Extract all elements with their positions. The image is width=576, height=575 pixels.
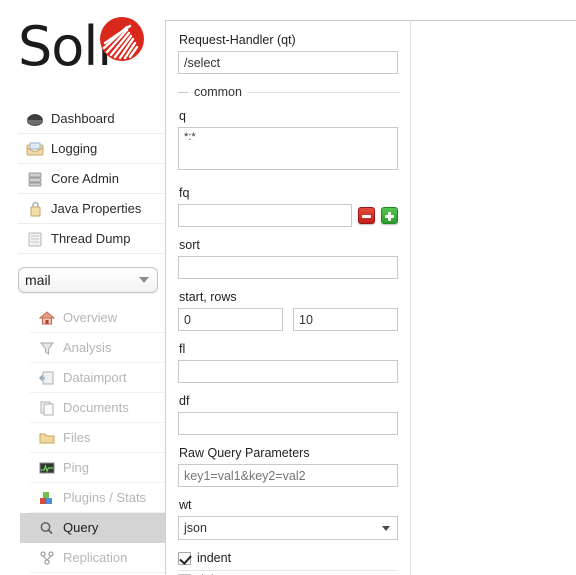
core-selector-value: mail	[25, 272, 51, 288]
wt-selected-value: json	[184, 521, 207, 535]
global-nav: Dashboard Logging Core Admin Java Proper…	[18, 104, 165, 254]
logging-icon	[24, 140, 46, 158]
fl-label: fl	[179, 342, 186, 356]
sidebar-item-query[interactable]: Query	[20, 513, 165, 543]
sidebar-item-core-admin[interactable]: Core Admin	[18, 164, 165, 194]
fl-field: fl	[178, 342, 398, 383]
wt-select[interactable]: json	[178, 516, 398, 540]
folder-icon	[36, 429, 58, 447]
wt-label: wt	[179, 498, 192, 512]
sidebar-item-label: Thread Dump	[51, 231, 131, 246]
start-input[interactable]	[178, 308, 283, 331]
sidebar-item-dashboard[interactable]: Dashboard	[18, 104, 165, 134]
dataimport-icon	[36, 369, 58, 387]
query-form: Request-Handler (qt) common q fq sort s	[166, 21, 410, 575]
q-label: q	[179, 109, 186, 123]
sidebar-item-label: Replication	[63, 550, 128, 565]
sidebar-item-ping[interactable]: Ping	[30, 453, 165, 483]
solr-admin-window: Solr Dashboard Logging Core Admin Java P…	[0, 0, 576, 575]
fq-row	[178, 204, 398, 227]
common-section-label: common	[194, 85, 242, 99]
fl-input[interactable]	[178, 360, 398, 383]
solr-sunburst-icon	[100, 17, 144, 61]
funnel-icon	[36, 339, 58, 357]
chevron-down-icon	[139, 277, 149, 283]
sidebar-item-label: Ping	[63, 460, 90, 475]
wt-field: wt json	[178, 498, 398, 540]
core-selector-dropdown[interactable]: mail	[18, 267, 158, 293]
start-rows-field: start, rows	[178, 290, 398, 331]
home-icon	[36, 309, 58, 327]
sidebar-item-label: Analysis	[63, 340, 112, 355]
sidebar-item-documents[interactable]: Documents	[30, 393, 165, 423]
fq-label: fq	[179, 186, 190, 200]
minus-button-icon[interactable]	[358, 207, 375, 224]
indent-label: indent	[197, 551, 232, 565]
sidebar-item-label: Java Properties	[51, 201, 142, 216]
start-rows-label: start, rows	[179, 290, 237, 304]
fq-input[interactable]	[178, 204, 352, 227]
magnifier-icon	[36, 519, 58, 537]
solr-logo[interactable]: Solr	[18, 14, 163, 86]
common-section-header: common	[178, 85, 400, 99]
sidebar-item-label: Plugins / Stats	[63, 490, 147, 505]
sidebar-item-replication[interactable]: Replication	[30, 543, 165, 573]
sidebar-item-analysis[interactable]: Analysis	[30, 333, 165, 363]
documents-icon	[36, 399, 58, 417]
content-right-border	[410, 20, 411, 575]
rows-input[interactable]	[293, 308, 398, 331]
sidebar-item-dataimport[interactable]: Dataimport	[30, 363, 165, 393]
dashboard-icon	[24, 110, 46, 128]
df-input[interactable]	[178, 412, 398, 435]
section-dash	[178, 91, 188, 93]
sort-field: sort	[178, 238, 398, 279]
plus-button-icon[interactable]	[381, 207, 398, 224]
ping-icon	[36, 459, 58, 477]
sidebar-item-label: Logging	[51, 141, 98, 156]
df-field: df	[178, 394, 398, 435]
thread-dump-icon	[24, 230, 46, 248]
raw-query-parameters-field: Raw Query Parameters	[178, 446, 398, 487]
replication-icon	[36, 549, 58, 567]
request-handler-field: Request-Handler (qt)	[178, 33, 398, 74]
raw-query-parameters-label: Raw Query Parameters	[179, 446, 310, 460]
start-rows-row	[178, 308, 398, 331]
sidebar-item-thread-dump[interactable]: Thread Dump	[18, 224, 165, 254]
fq-field: fq	[178, 186, 398, 227]
sidebar-item-label: Documents	[63, 400, 129, 415]
form-bottom-divider	[178, 570, 398, 571]
indent-row[interactable]: indent	[178, 551, 398, 565]
raw-query-parameters-input[interactable]	[178, 464, 398, 487]
sidebar-item-label: Files	[63, 430, 91, 445]
sidebar: Solr Dashboard Logging Core Admin Java P…	[0, 0, 165, 575]
df-label: df	[179, 394, 190, 408]
java-properties-icon	[24, 200, 46, 218]
sort-label: sort	[179, 238, 200, 252]
sidebar-item-files[interactable]: Files	[30, 423, 165, 453]
section-rule	[247, 91, 400, 93]
sidebar-item-label: Dataimport	[63, 370, 127, 385]
sidebar-item-java-properties[interactable]: Java Properties	[18, 194, 165, 224]
chevron-down-icon	[382, 526, 390, 531]
sidebar-item-label: Dashboard	[51, 111, 115, 126]
plugins-icon	[36, 489, 58, 507]
core-nav: Overview Analysis Dataimport Documents F…	[20, 303, 165, 575]
request-handler-label: Request-Handler (qt)	[179, 33, 296, 47]
sidebar-item-logging[interactable]: Logging	[18, 134, 165, 164]
request-handler-input[interactable]	[178, 51, 398, 74]
sort-input[interactable]	[178, 256, 398, 279]
core-admin-icon	[24, 170, 46, 188]
sidebar-item-plugins-stats[interactable]: Plugins / Stats	[30, 483, 165, 513]
sidebar-item-overview[interactable]: Overview	[30, 303, 165, 333]
q-field: q	[178, 109, 398, 175]
sidebar-item-label: Overview	[63, 310, 118, 325]
sidebar-item-label: Query	[63, 520, 99, 535]
q-input[interactable]	[178, 127, 398, 170]
indent-checkbox[interactable]	[178, 551, 191, 565]
sidebar-item-label: Core Admin	[51, 171, 119, 186]
